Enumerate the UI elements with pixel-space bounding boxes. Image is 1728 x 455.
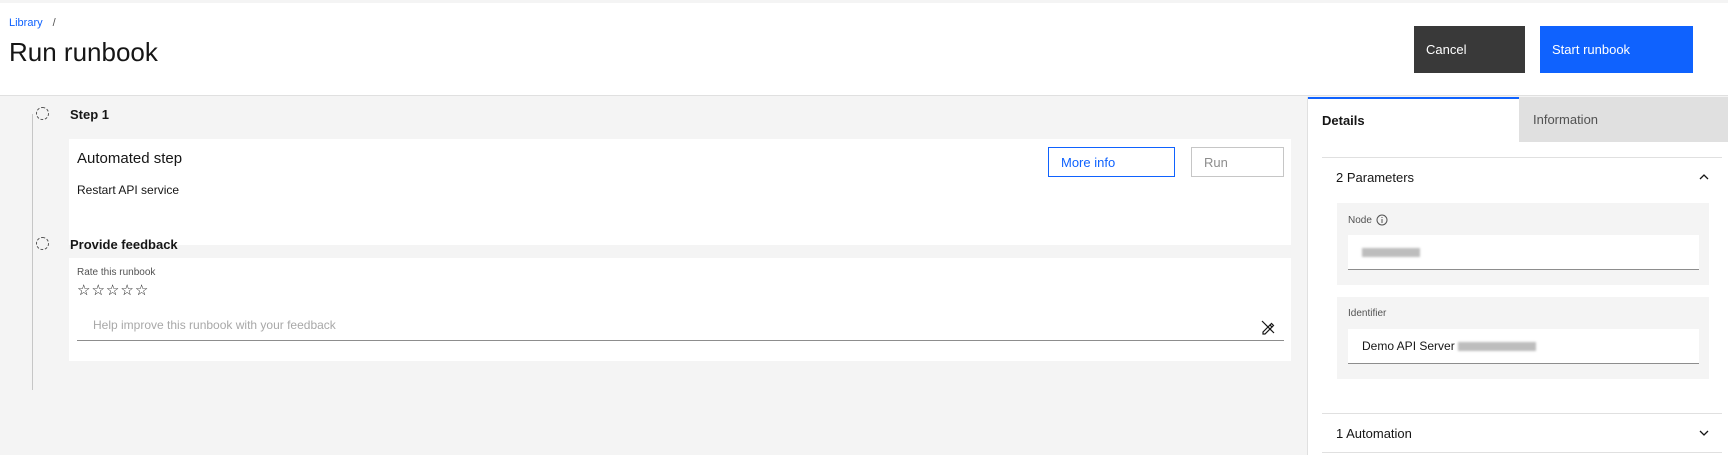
feedback-step-title: Provide feedback	[70, 237, 178, 252]
tab-details[interactable]: Details	[1308, 97, 1519, 142]
breadcrumb: Library /	[9, 17, 56, 29]
feedback-status-icon	[36, 237, 49, 250]
step-1-title: Step 1	[70, 107, 110, 122]
automation-header: 1 Automation	[1336, 425, 1412, 441]
details-panel: Details Information 2 Parameters Node Id…	[1307, 97, 1728, 455]
star-icon[interactable]: ☆	[135, 283, 148, 298]
star-icon[interactable]: ☆	[91, 283, 104, 298]
more-info-button[interactable]: More info	[1048, 147, 1175, 177]
page-header: Library / Run runbook Cancel Start runbo…	[0, 3, 1728, 96]
run-step-button[interactable]: Run	[1191, 147, 1284, 177]
identifier-input[interactable]: Demo API Server	[1348, 329, 1699, 364]
node-label: Node	[1348, 214, 1372, 226]
feedback-placeholder: Help improve this runbook with your feed…	[93, 318, 336, 332]
redacted-identifier-suffix	[1457, 341, 1536, 351]
runbook-steps-panel: Step 1 Automated step Restart API servic…	[0, 97, 1307, 455]
identifier-label-row: Identifier	[1348, 308, 1386, 319]
feedback-input[interactable]: Help improve this runbook with your feed…	[77, 314, 1284, 341]
breadcrumb-library-link[interactable]: Library	[9, 17, 43, 29]
identifier-parameter: Identifier Demo API Server	[1337, 297, 1709, 379]
star-rating: ☆ ☆ ☆ ☆ ☆	[77, 283, 148, 298]
automation-accordion[interactable]: 1 Automation	[1322, 413, 1722, 453]
info-icon[interactable]	[1376, 214, 1388, 226]
redacted-node-value	[1362, 247, 1420, 257]
node-parameter: Node	[1337, 203, 1709, 285]
step-status-icon	[36, 107, 49, 120]
node-label-row: Node	[1348, 214, 1388, 226]
steps-rail	[32, 114, 33, 390]
identifier-value: Demo API Server	[1362, 339, 1455, 353]
star-icon[interactable]: ☆	[106, 283, 119, 298]
star-icon[interactable]: ☆	[77, 283, 90, 298]
identifier-label: Identifier	[1348, 308, 1387, 319]
tab-information[interactable]: Information	[1519, 97, 1728, 142]
breadcrumb-separator: /	[52, 17, 56, 29]
edit-off-icon	[1261, 320, 1275, 335]
automated-step-description: Restart API service	[77, 183, 180, 197]
parameters-header: 2 Parameters	[1336, 170, 1415, 185]
star-icon[interactable]: ☆	[120, 283, 133, 298]
chevron-up-icon	[1699, 174, 1709, 180]
feedback-card: Rate this runbook ☆ ☆ ☆ ☆ ☆ Help improve thi…	[69, 258, 1291, 361]
start-runbook-button[interactable]: Start runbook	[1540, 26, 1693, 73]
rate-label: Rate this runbook	[77, 267, 156, 278]
node-input[interactable]	[1348, 235, 1699, 270]
page-title: Run runbook	[9, 37, 158, 67]
automated-step-heading: Automated step	[77, 150, 183, 167]
parameters-accordion[interactable]: 2 Parameters	[1322, 157, 1722, 197]
chevron-down-icon	[1699, 430, 1709, 436]
cancel-button[interactable]: Cancel	[1414, 26, 1525, 73]
automated-step-card: Automated step Restart API service More …	[69, 139, 1291, 245]
